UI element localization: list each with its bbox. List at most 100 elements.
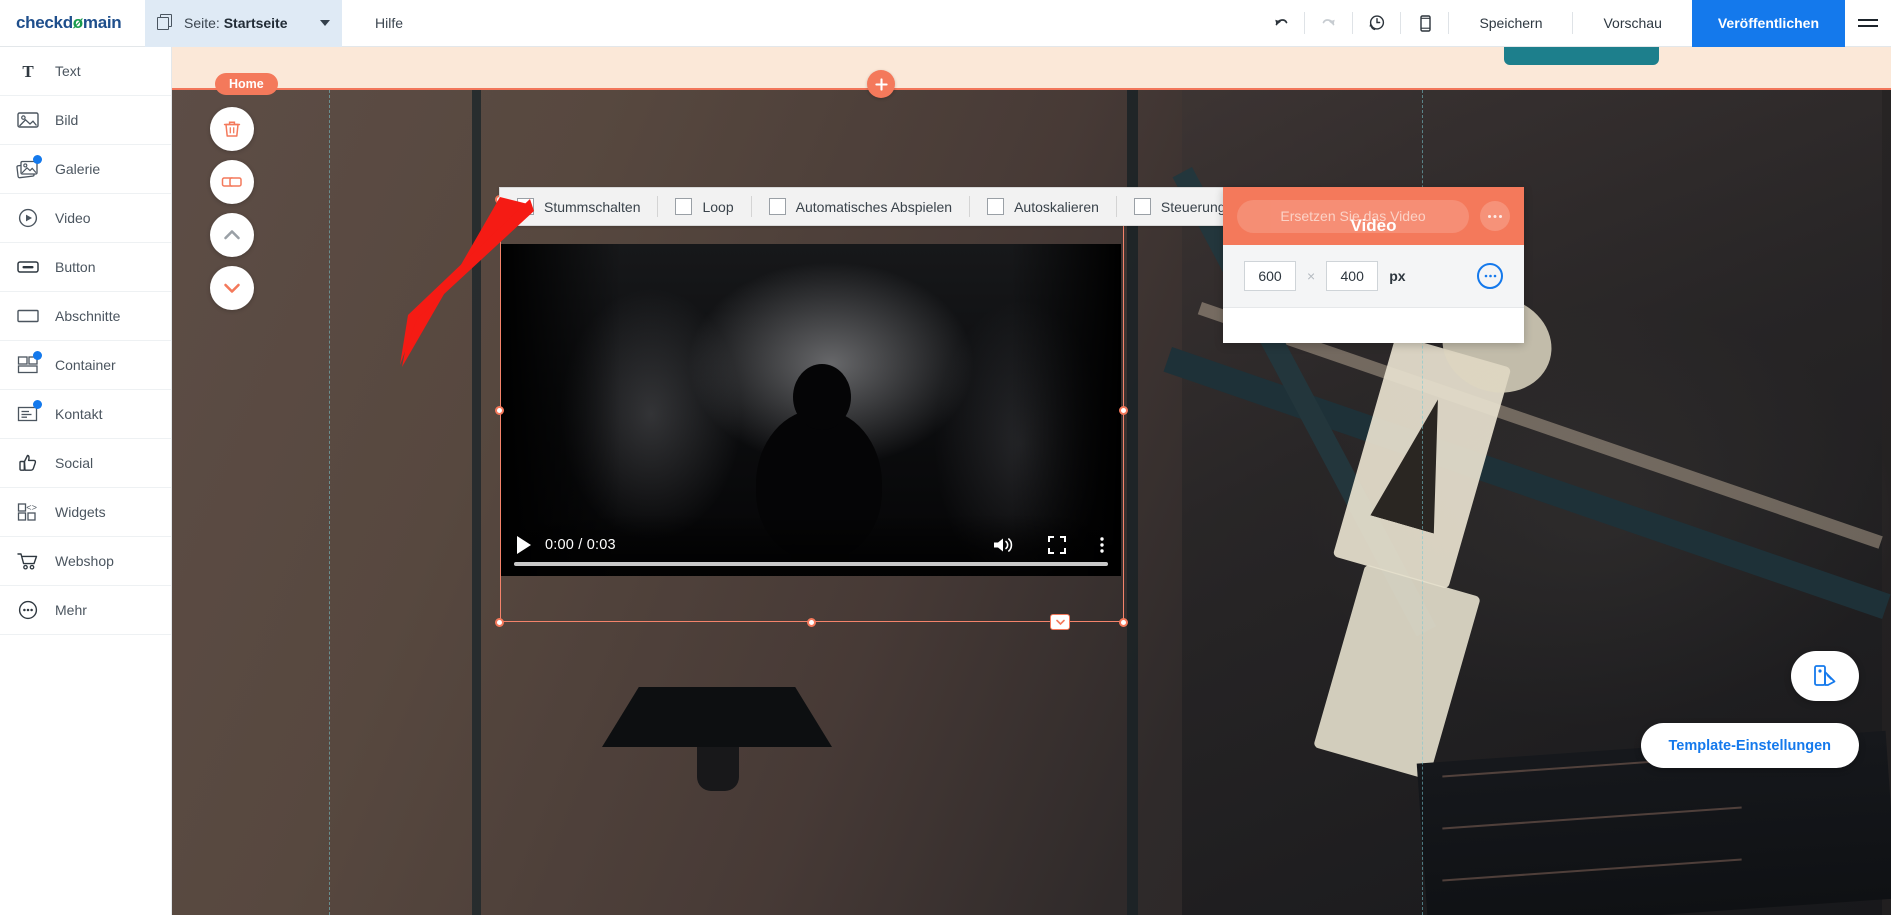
redo-arrow-icon bbox=[1319, 13, 1339, 33]
help-link[interactable]: Hilfe bbox=[375, 15, 403, 31]
sidebar-item-widgets[interactable]: <> Widgets bbox=[0, 488, 171, 537]
resize-handle-middle-left[interactable] bbox=[495, 406, 504, 415]
replace-video-button[interactable]: Ersetzen Sie das Video bbox=[1237, 200, 1469, 233]
checkbox-autoscale[interactable] bbox=[987, 198, 1004, 215]
dimension-options-button[interactable] bbox=[1477, 263, 1503, 289]
resize-handle-middle-right[interactable] bbox=[1119, 406, 1128, 415]
fullscreen-button[interactable] bbox=[1047, 535, 1067, 555]
page-value: Startseite bbox=[224, 15, 288, 31]
redo-button[interactable] bbox=[1305, 0, 1352, 47]
play-triangle-icon[interactable] bbox=[517, 536, 531, 554]
checkbox-loop[interactable] bbox=[675, 198, 692, 215]
history-button[interactable] bbox=[1353, 0, 1400, 47]
video-player[interactable]: 0:00 / 0:03 bbox=[501, 244, 1121, 576]
new-badge bbox=[33, 155, 42, 164]
undo-button[interactable] bbox=[1257, 0, 1304, 47]
video-element-selection[interactable]: 0:00 / 0:03 bbox=[500, 200, 1124, 622]
sidebar-item-button[interactable]: Button bbox=[0, 243, 171, 292]
sidebar-item-webshop[interactable]: Webshop bbox=[0, 537, 171, 586]
sidebar-item-text[interactable]: T Text bbox=[0, 47, 171, 96]
video-progress-bar[interactable] bbox=[514, 562, 1108, 566]
checkdomain-logo[interactable]: checkdømain bbox=[0, 13, 145, 33]
sidebar-item-kontakt[interactable]: Kontakt bbox=[0, 390, 171, 439]
save-button[interactable]: Speichern bbox=[1449, 0, 1572, 47]
duplicate-icon bbox=[220, 172, 244, 192]
move-down-button[interactable] bbox=[210, 266, 254, 310]
volume-speaker-icon bbox=[991, 534, 1015, 556]
dimension-separator: × bbox=[1307, 268, 1315, 284]
more-dots-icon bbox=[15, 597, 41, 623]
sidebar-item-social[interactable]: Social bbox=[0, 439, 171, 488]
chevron-up-icon bbox=[221, 226, 243, 244]
clock-history-icon bbox=[1366, 12, 1388, 34]
sidebar-label: Abschnitte bbox=[55, 308, 120, 324]
chevron-down-icon bbox=[1056, 619, 1065, 626]
alignment-guide bbox=[329, 90, 330, 915]
page-top-section bbox=[172, 47, 1891, 90]
resize-handle-bottom-left[interactable] bbox=[495, 618, 504, 627]
template-settings-button[interactable]: Template-Einstellungen bbox=[1641, 723, 1859, 768]
trash-delete-icon bbox=[221, 118, 243, 140]
panel-header: Ersetzen Sie das Video Video bbox=[1223, 187, 1524, 245]
sidebar-item-video[interactable]: Video bbox=[0, 194, 171, 243]
fullscreen-expand-icon bbox=[1047, 535, 1067, 555]
element-sidebar: T Text Bild Galerie bbox=[0, 47, 172, 915]
volume-button[interactable] bbox=[991, 534, 1015, 556]
sidebar-item-container[interactable]: Container bbox=[0, 341, 171, 390]
video-options-button[interactable] bbox=[1099, 535, 1105, 555]
move-up-button[interactable] bbox=[210, 213, 254, 257]
preview-button[interactable]: Vorschau bbox=[1573, 0, 1691, 47]
option-autoplay[interactable]: Automatisches Abspielen bbox=[752, 187, 969, 226]
logo-text: checkdømain bbox=[16, 13, 121, 33]
chevron-down-icon bbox=[221, 279, 243, 297]
checkbox-autoplay[interactable] bbox=[769, 198, 786, 215]
option-label: Loop bbox=[702, 199, 733, 215]
publish-button[interactable]: Veröffentlichen bbox=[1692, 0, 1845, 47]
kebab-menu-icon bbox=[1099, 535, 1105, 555]
option-loop[interactable]: Loop bbox=[658, 187, 750, 226]
page-selector-label: Seite: Startseite bbox=[184, 15, 311, 31]
top-toolbar: checkdømain Seite: Startseite Hilfe bbox=[0, 0, 1891, 47]
resize-handle-bottom-right[interactable] bbox=[1119, 618, 1128, 627]
design-palette-icon bbox=[1810, 662, 1840, 690]
resize-handle-bottom-center[interactable] bbox=[807, 618, 816, 627]
add-section-button[interactable] bbox=[867, 70, 895, 98]
design-settings-button[interactable] bbox=[1791, 651, 1859, 701]
panel-more-button[interactable] bbox=[1480, 201, 1510, 231]
option-label: Automatisches Abspielen bbox=[796, 199, 952, 215]
option-stummschalten[interactable]: Stummschalten bbox=[500, 187, 657, 226]
section-name-tag[interactable]: Home bbox=[215, 73, 278, 95]
sidebar-item-galerie[interactable]: Galerie bbox=[0, 145, 171, 194]
delete-element-button[interactable] bbox=[210, 107, 254, 151]
pages-icon bbox=[157, 14, 175, 32]
checkbox-hide-controls[interactable] bbox=[1134, 198, 1151, 215]
video-play-icon bbox=[15, 205, 41, 231]
ellipsis-circle-icon bbox=[1484, 274, 1497, 278]
sidebar-label: Mehr bbox=[55, 602, 87, 618]
sidebar-item-bild[interactable]: Bild bbox=[0, 96, 171, 145]
duplicate-element-button[interactable] bbox=[210, 160, 254, 204]
sidebar-item-abschnitte[interactable]: Abschnitte bbox=[0, 292, 171, 341]
sidebar-label: Widgets bbox=[55, 504, 106, 520]
sidebar-label: Video bbox=[55, 210, 91, 226]
video-height-input[interactable] bbox=[1326, 261, 1378, 291]
checkbox-mute[interactable] bbox=[517, 198, 534, 215]
undo-arrow-icon bbox=[1271, 13, 1291, 33]
shopping-cart-icon bbox=[15, 548, 41, 574]
sections-icon bbox=[15, 303, 41, 329]
contact-form-icon bbox=[15, 401, 41, 427]
mobile-preview-button[interactable] bbox=[1401, 0, 1448, 47]
page-canvas[interactable]: Home bbox=[172, 47, 1891, 915]
panel-body bbox=[1223, 308, 1524, 343]
video-width-input[interactable] bbox=[1244, 261, 1296, 291]
page-selector[interactable]: Seite: Startseite bbox=[145, 0, 342, 47]
sidebar-label: Bild bbox=[55, 112, 78, 128]
sidebar-item-mehr[interactable]: Mehr bbox=[0, 586, 171, 635]
spacing-handle-bottom[interactable] bbox=[1050, 614, 1070, 630]
sidebar-label: Social bbox=[55, 455, 93, 471]
page-prefix: Seite: bbox=[184, 15, 220, 31]
sidebar-label: Container bbox=[55, 357, 116, 373]
option-autoscale[interactable]: Autoskalieren bbox=[970, 187, 1116, 226]
plus-icon bbox=[874, 77, 889, 92]
main-menu-button[interactable] bbox=[1845, 0, 1891, 47]
